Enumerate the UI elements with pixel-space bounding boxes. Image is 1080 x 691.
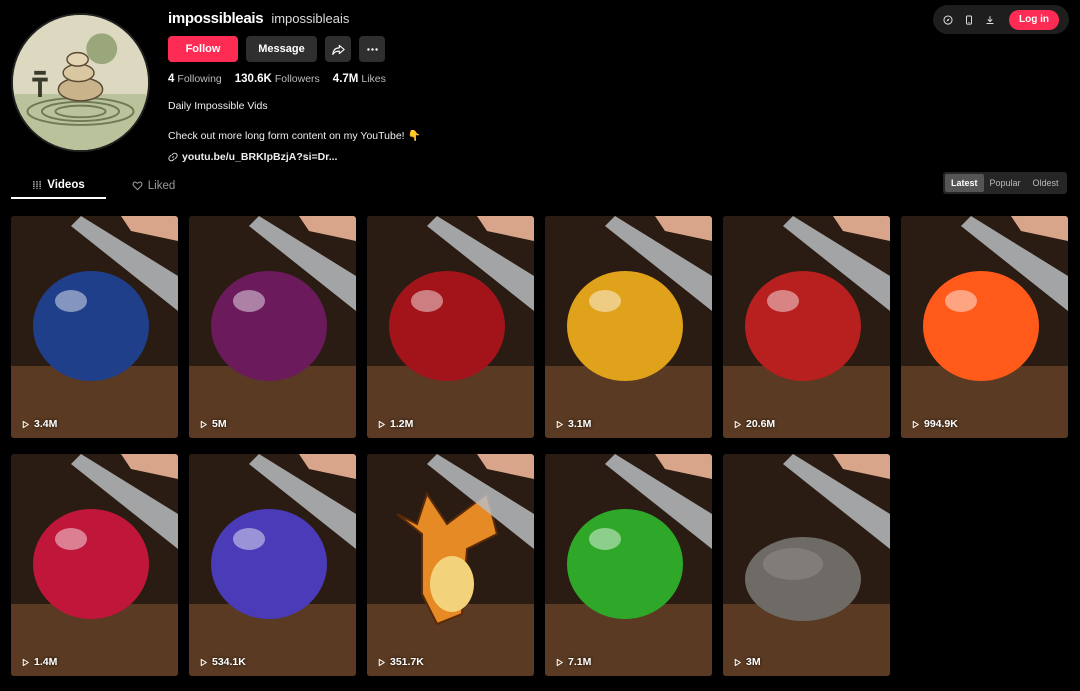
video-thumbnail [367,454,534,676]
video-card[interactable]: 5M [189,216,356,438]
tab-videos-label: Videos [47,178,85,191]
video-thumbnail [11,216,178,438]
compass-icon[interactable] [943,14,953,25]
view-count-text: 3M [746,656,761,668]
profile-avatar[interactable] [11,13,150,152]
sort-latest[interactable]: Latest [945,174,984,192]
nickname: impossibleais [271,11,350,26]
view-count: 534.1K [199,656,246,668]
following-stat[interactable]: 4 Following [168,73,222,85]
video-thumbnail [901,216,1068,438]
video-card[interactable]: 351.7K [367,454,534,676]
share-icon [331,44,345,55]
profile-tabs: Videos Liked [11,172,201,199]
video-thumbnail [189,454,356,676]
likes-stat: 4.7M Likes [332,73,386,85]
profile-link-text: youtu.be/u_BRKIpBzjA?si=Dr... [182,151,338,163]
zen-stones-logo [13,15,148,150]
video-card[interactable]: 1.4M [11,454,178,676]
sort-selector: Latest Popular Oldest [943,172,1067,194]
sort-popular[interactable]: Popular [984,174,1027,192]
phone-icon[interactable] [964,14,974,25]
videos-grid-icon [33,180,41,189]
view-count: 7.1M [555,656,591,668]
profile-info: impossibleais impossibleais Follow Messa… [168,10,421,163]
play-icon [22,658,29,666]
download-icon[interactable] [985,15,995,25]
view-count-text: 3.1M [568,418,592,430]
login-button[interactable]: Log in [1009,9,1059,30]
video-thumbnail [367,216,534,438]
view-count: 5M [199,418,227,430]
tab-liked-label: Liked [147,179,176,192]
view-count-text: 1.4M [34,656,58,668]
video-card[interactable]: 3.1M [545,216,712,438]
play-icon [556,658,563,666]
video-thumbnail [723,216,890,438]
play-icon [734,420,741,428]
message-button[interactable]: Message [246,36,317,62]
tab-videos[interactable]: Videos [11,172,106,199]
link-icon [168,152,178,162]
top-right-toolbar: Log in [933,5,1069,34]
video-card[interactable]: 7.1M [545,454,712,676]
liked-lock-icon [132,181,143,191]
view-count-text: 534.1K [212,656,246,668]
view-count: 3M [733,656,761,668]
view-count: 994.9K [911,418,958,430]
view-count-text: 1.2M [390,418,414,430]
view-count: 20.6M [733,418,775,430]
video-thumbnail [545,216,712,438]
view-count: 3.4M [21,418,57,430]
bio-line-1: Daily Impossible Vids [168,100,268,112]
video-card[interactable]: 3M [723,454,890,676]
video-card[interactable]: 3.4M [11,216,178,438]
view-count-text: 7.1M [568,656,592,668]
play-icon [912,420,919,428]
play-icon [556,420,563,428]
play-icon [378,658,385,666]
video-grid: 3.4M 5M 1.2M 3.1M 20.6M 994.9K 1.4M 534.… [11,216,1068,676]
video-thumbnail [11,454,178,676]
followers-stat[interactable]: 130.6K Followers [235,73,320,85]
follow-button[interactable]: Follow [168,36,238,62]
video-card[interactable]: 20.6M [723,216,890,438]
tab-liked[interactable]: Liked [106,172,201,199]
video-thumbnail [545,454,712,676]
profile-link[interactable]: youtu.be/u_BRKIpBzjA?si=Dr... [168,151,421,163]
video-card[interactable]: 994.9K [901,216,1068,438]
video-thumbnail [189,216,356,438]
view-count-text: 351.7K [390,656,424,668]
username: impossibleais [168,10,264,27]
share-button[interactable] [325,36,351,62]
more-icon [366,47,378,51]
view-count: 1.2M [377,418,413,430]
view-count-text: 994.9K [924,418,958,430]
view-count: 351.7K [377,656,424,668]
profile-stats: 4 Following 130.6K Followers 4.7M Likes [168,73,421,85]
view-count-text: 3.4M [34,418,58,430]
view-count: 1.4M [21,656,57,668]
video-card[interactable]: 1.2M [367,216,534,438]
view-count: 3.1M [555,418,591,430]
view-count-text: 5M [212,418,227,430]
video-thumbnail [723,454,890,676]
view-count-text: 20.6M [746,418,776,430]
play-icon [200,658,207,666]
play-icon [22,420,29,428]
play-icon [200,420,207,428]
bio-line-2: Check out more long form content on my Y… [168,130,421,142]
sort-oldest[interactable]: Oldest [1027,174,1065,192]
more-options-button[interactable] [359,36,385,62]
play-icon [734,658,741,666]
video-card[interactable]: 534.1K [189,454,356,676]
play-icon [378,420,385,428]
